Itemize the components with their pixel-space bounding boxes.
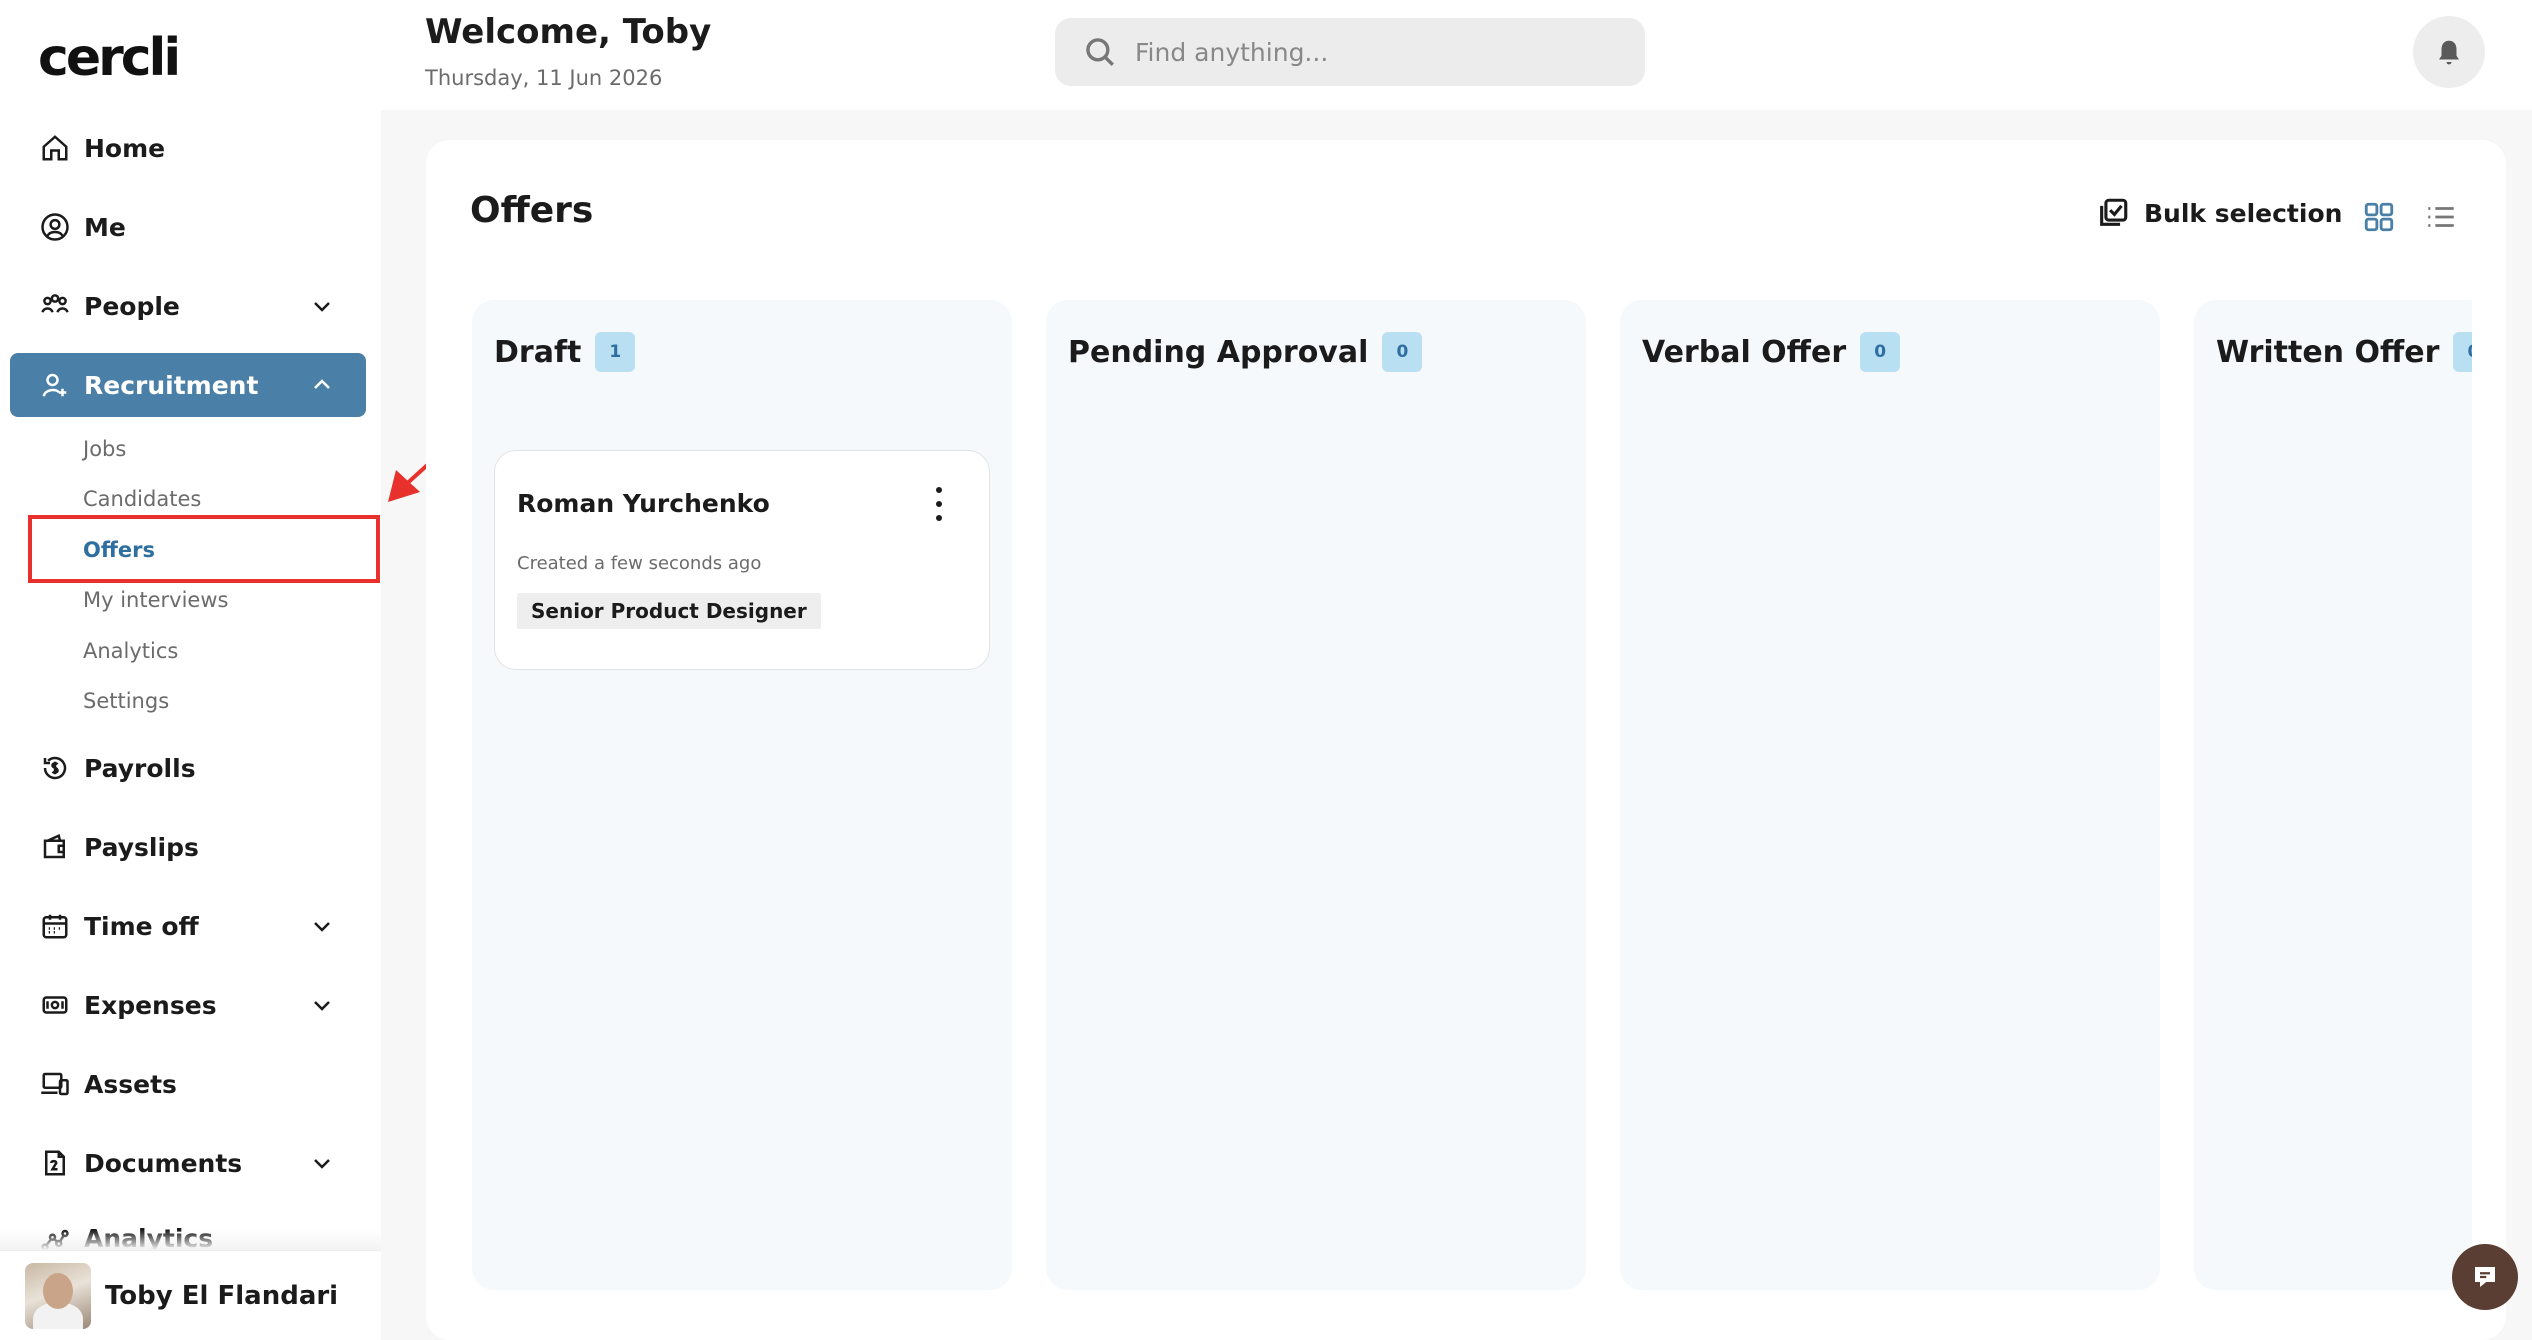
bulk-select-icon bbox=[2100, 198, 2128, 226]
sidebar-item-payslips[interactable]: Payslips bbox=[10, 815, 366, 879]
column-verbal-offer: Verbal Offer 0 bbox=[1620, 300, 2160, 1290]
column-written-offer: Written Offer 0 bbox=[2194, 300, 2472, 1290]
list-view-toggle[interactable] bbox=[2424, 200, 2458, 234]
sidebar-scroll-fade bbox=[0, 1230, 381, 1250]
user-name: Toby El Flandari bbox=[105, 1280, 339, 1311]
sidebar-item-label: Expenses bbox=[84, 990, 217, 1020]
people-icon bbox=[38, 289, 72, 323]
sidebar-subitem-jobs[interactable]: Jobs bbox=[83, 437, 126, 461]
candidate-name: Roman Yurchenko bbox=[517, 489, 770, 518]
sidebar-item-label: Documents bbox=[84, 1148, 243, 1178]
bell-icon bbox=[2439, 40, 2459, 65]
column-title: Verbal Offer bbox=[1642, 334, 1847, 370]
notifications-button[interactable] bbox=[2413, 16, 2485, 88]
grid-view-toggle[interactable] bbox=[2362, 200, 2396, 234]
column-count-badge: 0 bbox=[1382, 332, 1423, 372]
chevron-down-icon[interactable] bbox=[310, 1151, 334, 1175]
bulk-selection-label: Bulk selection bbox=[2144, 198, 2343, 228]
top-header: Welcome, Toby Thursday, 11 Jun 2026 bbox=[381, 0, 2532, 110]
chat-icon bbox=[2475, 1267, 2495, 1287]
column-header: Written Offer 0 bbox=[2216, 332, 2472, 372]
sidebar-item-label: People bbox=[84, 291, 180, 321]
column-header: Pending Approval 0 bbox=[1068, 332, 1423, 372]
sidebar-item-people[interactable]: People bbox=[10, 274, 366, 338]
sidebar-subitem-settings[interactable]: Settings bbox=[83, 689, 169, 713]
column-count-badge: 1 bbox=[595, 332, 636, 372]
sidebar-item-label: Assets bbox=[84, 1069, 177, 1099]
sidebar: cercli Home Me People Recruitment Jobs C… bbox=[0, 0, 381, 1340]
sidebar-item-home[interactable]: Home bbox=[10, 116, 366, 180]
add-user-icon bbox=[38, 368, 72, 402]
chevron-up-icon[interactable] bbox=[310, 373, 334, 397]
column-title: Written Offer bbox=[2216, 334, 2440, 370]
sidebar-item-label: Payrolls bbox=[84, 753, 196, 783]
column-count-badge: 0 bbox=[1860, 332, 1901, 372]
annotation-highlight-box bbox=[28, 515, 380, 583]
sidebar-item-me[interactable]: Me bbox=[10, 195, 366, 259]
page-title: Offers bbox=[470, 190, 594, 231]
sidebar-item-expenses[interactable]: Expenses bbox=[10, 973, 366, 1037]
document-icon bbox=[38, 1146, 72, 1180]
sidebar-item-label: Me bbox=[84, 212, 126, 242]
sidebar-item-time-off[interactable]: Time off bbox=[10, 894, 366, 958]
bulk-selection-button[interactable]: Bulk selection bbox=[2096, 196, 2342, 230]
sidebar-item-label: Payslips bbox=[84, 832, 199, 862]
sidebar-item-recruitment[interactable]: Recruitment bbox=[10, 353, 366, 417]
kanban-board: Draft 1 Roman Yurchenko Created a few se… bbox=[472, 300, 2472, 1290]
column-pending-approval: Pending Approval 0 bbox=[1046, 300, 1586, 1290]
sidebar-item-documents[interactable]: Documents bbox=[10, 1131, 366, 1195]
sidebar-item-assets[interactable]: Assets bbox=[10, 1052, 366, 1116]
devices-icon bbox=[38, 1067, 72, 1101]
avatar bbox=[25, 1262, 91, 1329]
user-circle-icon bbox=[38, 210, 72, 244]
offers-panel: Offers Bulk selection Draft 1 Roman Yurc… bbox=[426, 140, 2506, 1340]
sidebar-subitem-my-interviews[interactable]: My interviews bbox=[83, 588, 228, 612]
column-draft: Draft 1 Roman Yurchenko Created a few se… bbox=[472, 300, 1012, 1290]
chevron-down-icon[interactable] bbox=[310, 294, 334, 318]
sidebar-subitem-analytics[interactable]: Analytics bbox=[83, 639, 178, 663]
calendar-icon bbox=[38, 909, 72, 943]
sidebar-item-label: Time off bbox=[84, 911, 199, 941]
wallet-icon bbox=[38, 830, 72, 864]
home-icon bbox=[38, 131, 72, 165]
search-input[interactable] bbox=[1135, 37, 1615, 67]
column-title: Draft bbox=[494, 334, 582, 370]
sidebar-item-label: Recruitment bbox=[84, 370, 259, 400]
welcome-title: Welcome, Toby bbox=[425, 12, 712, 52]
offer-card[interactable]: Roman Yurchenko Created a few seconds ag… bbox=[494, 450, 990, 670]
chat-support-button[interactable] bbox=[2452, 1244, 2518, 1310]
list-icon bbox=[2428, 207, 2454, 227]
column-header: Draft 1 bbox=[494, 332, 636, 372]
current-date: Thursday, 11 Jun 2026 bbox=[425, 66, 663, 90]
sidebar-item-payrolls[interactable]: Payrolls bbox=[10, 736, 366, 800]
job-tag: Senior Product Designer bbox=[517, 593, 821, 629]
search-bar[interactable] bbox=[1055, 18, 1645, 86]
chevron-down-icon[interactable] bbox=[310, 993, 334, 1017]
card-created-time: Created a few seconds ago bbox=[517, 553, 762, 574]
cercli-logo[interactable]: cercli bbox=[38, 28, 181, 88]
column-header: Verbal Offer 0 bbox=[1642, 332, 1901, 372]
more-options-icon[interactable] bbox=[933, 487, 945, 521]
search-icon bbox=[1086, 38, 1114, 66]
column-title: Pending Approval bbox=[1068, 334, 1369, 370]
grid-icon bbox=[2364, 202, 2394, 232]
column-count-badge: 0 bbox=[2453, 332, 2472, 372]
user-profile[interactable]: Toby El Flandari bbox=[0, 1250, 381, 1340]
payroll-icon bbox=[38, 751, 72, 785]
chevron-down-icon[interactable] bbox=[310, 914, 334, 938]
sidebar-subitem-candidates[interactable]: Candidates bbox=[83, 487, 201, 511]
cash-icon bbox=[38, 988, 72, 1022]
sidebar-item-label: Home bbox=[84, 133, 166, 163]
